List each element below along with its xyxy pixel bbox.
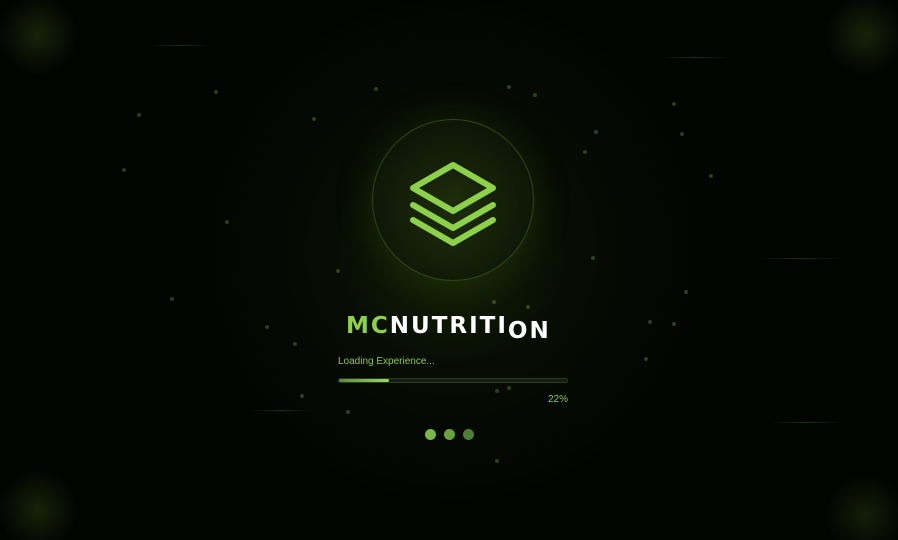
particle xyxy=(374,87,378,91)
decorative-line xyxy=(660,57,730,58)
brand-prefix: MC xyxy=(346,313,390,339)
particle xyxy=(122,168,126,172)
loading-status-text: Loading Experience... xyxy=(338,356,435,367)
brand-drop: ON xyxy=(507,318,551,344)
loading-dot xyxy=(444,428,455,440)
particle xyxy=(709,174,713,178)
brand-wordmark: MCNUTRITION xyxy=(346,313,576,349)
particle xyxy=(312,117,316,121)
loading-dots xyxy=(425,428,474,440)
decorative-line xyxy=(770,422,840,423)
particle xyxy=(591,256,595,260)
brand-main: NUTRITI xyxy=(389,313,508,339)
particle xyxy=(170,297,174,301)
particle xyxy=(495,459,499,463)
particle xyxy=(214,90,218,94)
particle xyxy=(346,410,350,414)
particle xyxy=(293,342,297,346)
loading-dot xyxy=(463,428,474,440)
particle xyxy=(526,305,530,309)
particle xyxy=(533,93,537,97)
layers-icon xyxy=(410,162,496,246)
particle xyxy=(336,269,340,273)
particle xyxy=(225,220,229,224)
particle xyxy=(300,394,304,398)
decorative-line xyxy=(250,410,310,411)
loading-dot xyxy=(425,428,436,440)
particle xyxy=(648,320,652,324)
progress-percent: 22% xyxy=(547,394,568,405)
particle xyxy=(684,290,688,294)
decorative-line xyxy=(150,45,210,46)
progress-bar xyxy=(338,378,568,383)
particle xyxy=(507,386,511,390)
loading-screen: MCNUTRITION Loading Experience... 22% xyxy=(0,0,898,540)
particle xyxy=(672,322,676,326)
particle xyxy=(583,150,587,154)
particle xyxy=(680,132,684,136)
logo-badge xyxy=(372,119,534,281)
particle xyxy=(265,325,269,329)
particle xyxy=(507,85,511,89)
particle xyxy=(644,357,648,361)
particle xyxy=(594,130,598,134)
progress-fill xyxy=(339,379,390,382)
decorative-line xyxy=(760,258,840,259)
particle xyxy=(495,389,499,393)
particle xyxy=(137,113,141,117)
particle xyxy=(492,300,496,304)
particle xyxy=(672,102,676,106)
